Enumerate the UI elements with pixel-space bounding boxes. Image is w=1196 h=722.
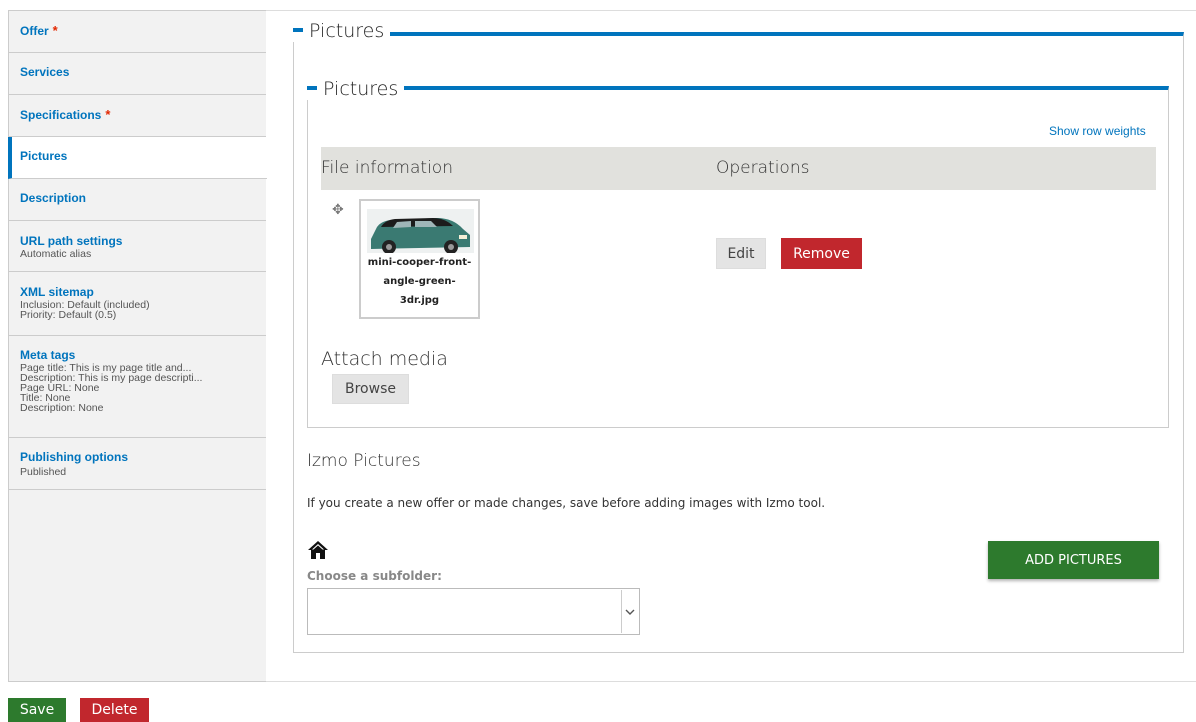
tab-label: Services — [20, 65, 70, 79]
tab-offer[interactable]: Offer * — [9, 11, 266, 53]
home-icon[interactable] — [307, 540, 329, 564]
tab-services[interactable]: Services — [9, 53, 266, 95]
show-row-weights-link[interactable]: Show row weights — [1049, 124, 1146, 138]
tab-label: Specifications — [20, 108, 102, 122]
remove-button[interactable]: Remove — [781, 238, 862, 269]
tab-label: Pictures — [20, 149, 68, 163]
legend-accent — [293, 27, 303, 32]
chevron-down-icon — [621, 590, 638, 633]
tab-specifications[interactable]: Specifications * — [9, 95, 266, 137]
table-header: File information Operations — [321, 147, 1156, 190]
legend-accent — [307, 85, 317, 90]
tab-pictures[interactable]: Pictures — [8, 137, 267, 179]
column-header-operations: Operations — [716, 158, 810, 178]
subfolder-label: Choose a subfolder: — [307, 569, 442, 583]
required-marker: * — [52, 23, 58, 38]
tab-label: Publishing options — [20, 450, 128, 464]
izmo-title: Izmo Pictures — [307, 451, 421, 471]
outer-legend-title: Pictures — [309, 20, 385, 42]
tab-summary: Priority: Default (0.5) — [20, 309, 117, 321]
fieldset-legend: Pictures — [307, 78, 405, 100]
car-image — [367, 209, 474, 253]
tab-label: Meta tags — [20, 348, 76, 362]
save-button[interactable]: Save — [8, 698, 66, 722]
file-name: mini-cooper-front- angle-green- 3dr.jpg — [367, 257, 472, 306]
vertical-tabs-menu: Offer * Services Specifications * Pictures… — [8, 10, 267, 682]
tab-publishing-options[interactable]: Publishing options Published — [9, 438, 266, 490]
tab-summary: Description: None — [20, 402, 104, 414]
add-pictures-button[interactable]: ADD PICTURES — [988, 541, 1159, 579]
tab-xml-sitemap[interactable]: XML sitemap Inclusion: Default (included… — [9, 272, 266, 336]
browse-button[interactable]: Browse — [332, 374, 409, 404]
tab-description[interactable]: Description — [9, 179, 266, 221]
inner-legend-title: Pictures — [323, 78, 399, 100]
file-thumbnail[interactable]: mini-cooper-front- angle-green- 3dr.jpg — [359, 199, 480, 319]
subfolder-select[interactable] — [307, 588, 640, 635]
column-header-file-information: File information — [321, 158, 453, 178]
tab-summary: Published — [20, 466, 67, 478]
required-marker: * — [105, 107, 111, 122]
drag-handle-icon[interactable]: ✥ — [332, 202, 344, 218]
delete-button[interactable]: Delete — [80, 698, 149, 722]
edit-button[interactable]: Edit — [716, 238, 766, 269]
tab-label: Offer — [20, 24, 49, 38]
tab-meta-tags[interactable]: Meta tags Page title: This is my page ti… — [9, 336, 266, 438]
tab-url-path-settings[interactable]: URL path settings Automatic alias — [9, 221, 266, 272]
fieldset-legend: Pictures — [293, 20, 391, 42]
tab-label: URL path settings — [20, 234, 123, 248]
car-picture — [367, 209, 474, 253]
tab-label: XML sitemap — [20, 285, 94, 299]
tab-label: Description — [20, 191, 87, 205]
izmo-notice: If you create a new offer or made change… — [307, 496, 826, 510]
attach-media-label: Attach media — [321, 348, 448, 370]
tab-summary: Automatic alias — [20, 248, 92, 260]
